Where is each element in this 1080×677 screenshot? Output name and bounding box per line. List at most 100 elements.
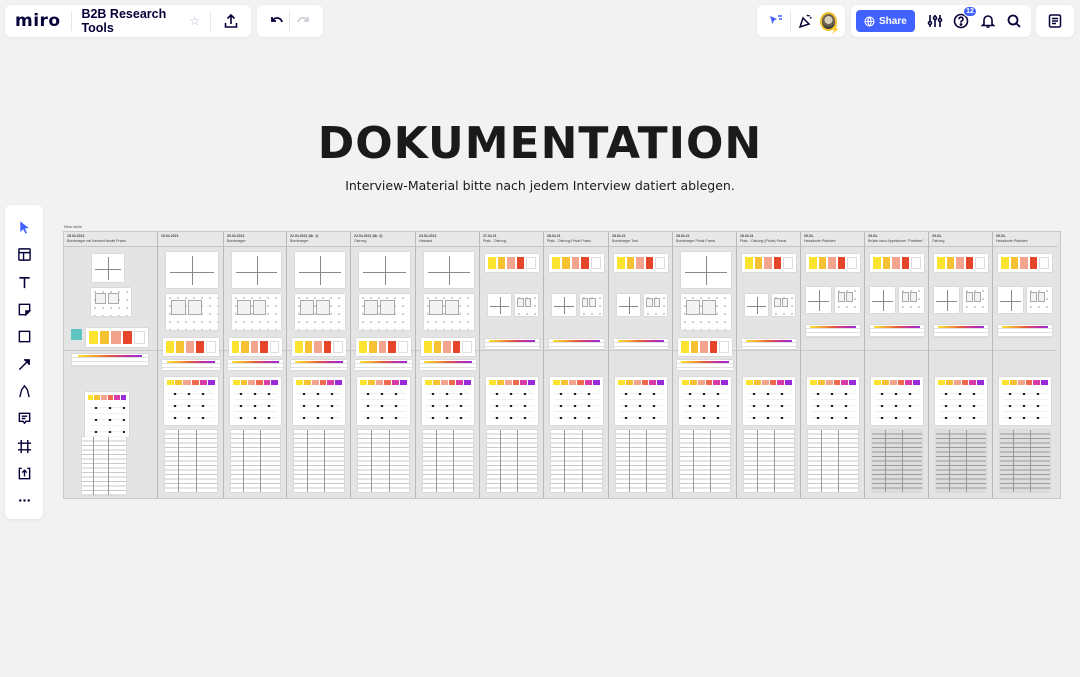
notes-table[interactable] (165, 430, 217, 492)
evaluation-card[interactable] (293, 377, 345, 425)
timeline-card[interactable] (677, 360, 733, 370)
column-header[interactable]: 28.04.21 Borntraeger Privat Praxis (673, 232, 736, 247)
celebrate-button[interactable] (795, 9, 816, 33)
sticky-note[interactable] (71, 329, 82, 340)
table-column[interactable]: 28.04.21 Borntraeger Privat Praxis (673, 232, 737, 498)
table-column[interactable]: 27.04.21 Platz - Ostrung (480, 232, 544, 498)
evaluation-card[interactable] (615, 377, 667, 425)
settings-button[interactable] (923, 9, 947, 33)
canvas-subheading[interactable]: Interview-Material bitte nach jedem Inte… (0, 178, 1080, 193)
tool-more[interactable] (9, 487, 39, 514)
evaluation-scale-card[interactable] (614, 254, 668, 272)
miro-logo[interactable]: miro (15, 11, 61, 31)
evaluation-card[interactable] (871, 377, 923, 425)
evaluation-card[interactable] (486, 377, 538, 425)
tool-shape[interactable] (9, 323, 39, 350)
tool-sticky-note[interactable] (9, 296, 39, 323)
notes-table[interactable] (487, 430, 537, 492)
tool-select[interactable] (9, 214, 39, 241)
timeline-card[interactable] (934, 325, 988, 337)
stakeholder-matrix[interactable] (870, 287, 895, 313)
notes-table[interactable] (423, 430, 473, 492)
stakeholder-matrix[interactable] (295, 252, 345, 288)
timeline-card[interactable] (742, 339, 796, 349)
column-header[interactable]: 15.04.2021 Borntraeger mit Kaeser/Handel … (64, 232, 157, 247)
table-column[interactable]: 22.04.2021 (Nr. 1) Borntraeger (287, 232, 351, 498)
table-column[interactable]: 23.04.2021 Hasaard (416, 232, 480, 498)
persona-card[interactable] (424, 294, 474, 330)
canvas-heading[interactable]: DOKUMENTATION (0, 118, 1080, 169)
evaluation-scale-card[interactable] (678, 338, 732, 356)
column-header[interactable]: 28.04.21 Platz - Ostrung Privat Praxis (544, 232, 608, 247)
evaluation-card[interactable] (743, 377, 795, 425)
board-title[interactable]: B2B Research Tools (81, 7, 182, 35)
evaluation-scale-card[interactable] (292, 338, 346, 356)
evaluation-scale-card[interactable] (742, 254, 796, 272)
evaluation-scale-card[interactable] (806, 254, 860, 272)
tool-text[interactable] (9, 269, 39, 296)
user-avatar[interactable]: ⚡ (819, 11, 840, 34)
evaluation-card[interactable] (999, 377, 1051, 425)
tool-upload[interactable] (9, 460, 39, 487)
evaluation-card[interactable] (807, 377, 859, 425)
column-header[interactable]: 29.04. Brüste nach Appelatoren "Partisten… (865, 232, 928, 247)
notes-table[interactable] (231, 430, 280, 492)
evaluation-card[interactable] (935, 377, 987, 425)
column-header[interactable]: 29.04. Hasadonte Partisten (801, 232, 864, 247)
timeline-card[interactable] (614, 339, 668, 349)
timeline-card[interactable] (355, 360, 412, 370)
notes-table[interactable] (680, 430, 730, 492)
stakeholder-matrix[interactable] (359, 252, 410, 288)
stakeholder-matrix[interactable] (998, 287, 1023, 313)
evaluation-card[interactable] (230, 377, 281, 425)
stakeholder-matrix[interactable] (617, 294, 640, 316)
evaluation-scale-card[interactable] (163, 338, 219, 356)
evaluation-scale-card[interactable] (934, 254, 988, 272)
timeline-card[interactable] (291, 360, 347, 370)
tool-connection-line[interactable] (9, 350, 39, 377)
table-column[interactable]: 28.04.21 Platz - Ostrung (Privat) Praxis (737, 232, 801, 498)
help-button[interactable]: 12 (949, 6, 977, 33)
persona-card[interactable] (295, 294, 345, 330)
evaluation-card[interactable] (550, 377, 603, 425)
timeline-card[interactable] (485, 339, 539, 349)
persona-card[interactable] (359, 294, 410, 330)
persona-card[interactable] (772, 294, 795, 316)
timeline-card[interactable] (72, 354, 148, 366)
evaluation-card[interactable] (164, 377, 218, 425)
table-column[interactable]: 28.04.21 Platz - Ostrung Privat Praxis (544, 232, 609, 498)
table-column[interactable]: 28.04.21 Borntraeger Test (609, 232, 673, 498)
persona-card[interactable] (91, 288, 131, 316)
evaluation-scale-card[interactable] (421, 338, 475, 356)
timeline-card[interactable] (870, 325, 924, 337)
redo-button[interactable] (291, 9, 315, 33)
evaluation-scale-card[interactable] (998, 254, 1052, 272)
table-column[interactable]: 29.04. Brüste nach Appelatoren "Partisten… (865, 232, 929, 498)
reactions-button[interactable] (765, 9, 786, 33)
notes-table[interactable] (82, 437, 126, 495)
tool-frame[interactable] (9, 432, 39, 459)
notes-table[interactable] (872, 430, 922, 492)
column-header[interactable]: 22.04.2021 (Nr. 2) Ostrung (351, 232, 415, 247)
tool-templates[interactable] (9, 241, 39, 268)
column-header[interactable]: 19.04.2021 (158, 232, 223, 247)
export-button[interactable] (221, 9, 241, 33)
search-button[interactable] (1002, 9, 1026, 33)
notes-table[interactable] (1000, 430, 1050, 492)
notes-button[interactable] (1043, 9, 1067, 33)
stakeholder-matrix[interactable] (424, 252, 474, 288)
table-column[interactable]: 22.04.2021 (Nr. 2) Ostrung (351, 232, 416, 498)
stakeholder-matrix[interactable] (552, 294, 576, 316)
persona-card[interactable] (963, 287, 988, 313)
table-column[interactable]: 15.04.2021 Borntraeger mit Kaeser/Handel … (64, 232, 158, 498)
persona-card[interactable] (644, 294, 667, 316)
table-column[interactable]: 29.04. Hasadonte Partisten (801, 232, 865, 498)
stakeholder-matrix[interactable] (681, 252, 731, 288)
column-header[interactable]: 23.04.2021 Hasaard (416, 232, 479, 247)
stakeholder-matrix[interactable] (92, 254, 124, 282)
notes-table[interactable] (616, 430, 666, 492)
evaluation-card[interactable] (422, 377, 474, 425)
star-icon[interactable]: ☆ (189, 14, 200, 28)
persona-card[interactable] (681, 294, 731, 330)
notes-table[interactable] (358, 430, 409, 492)
